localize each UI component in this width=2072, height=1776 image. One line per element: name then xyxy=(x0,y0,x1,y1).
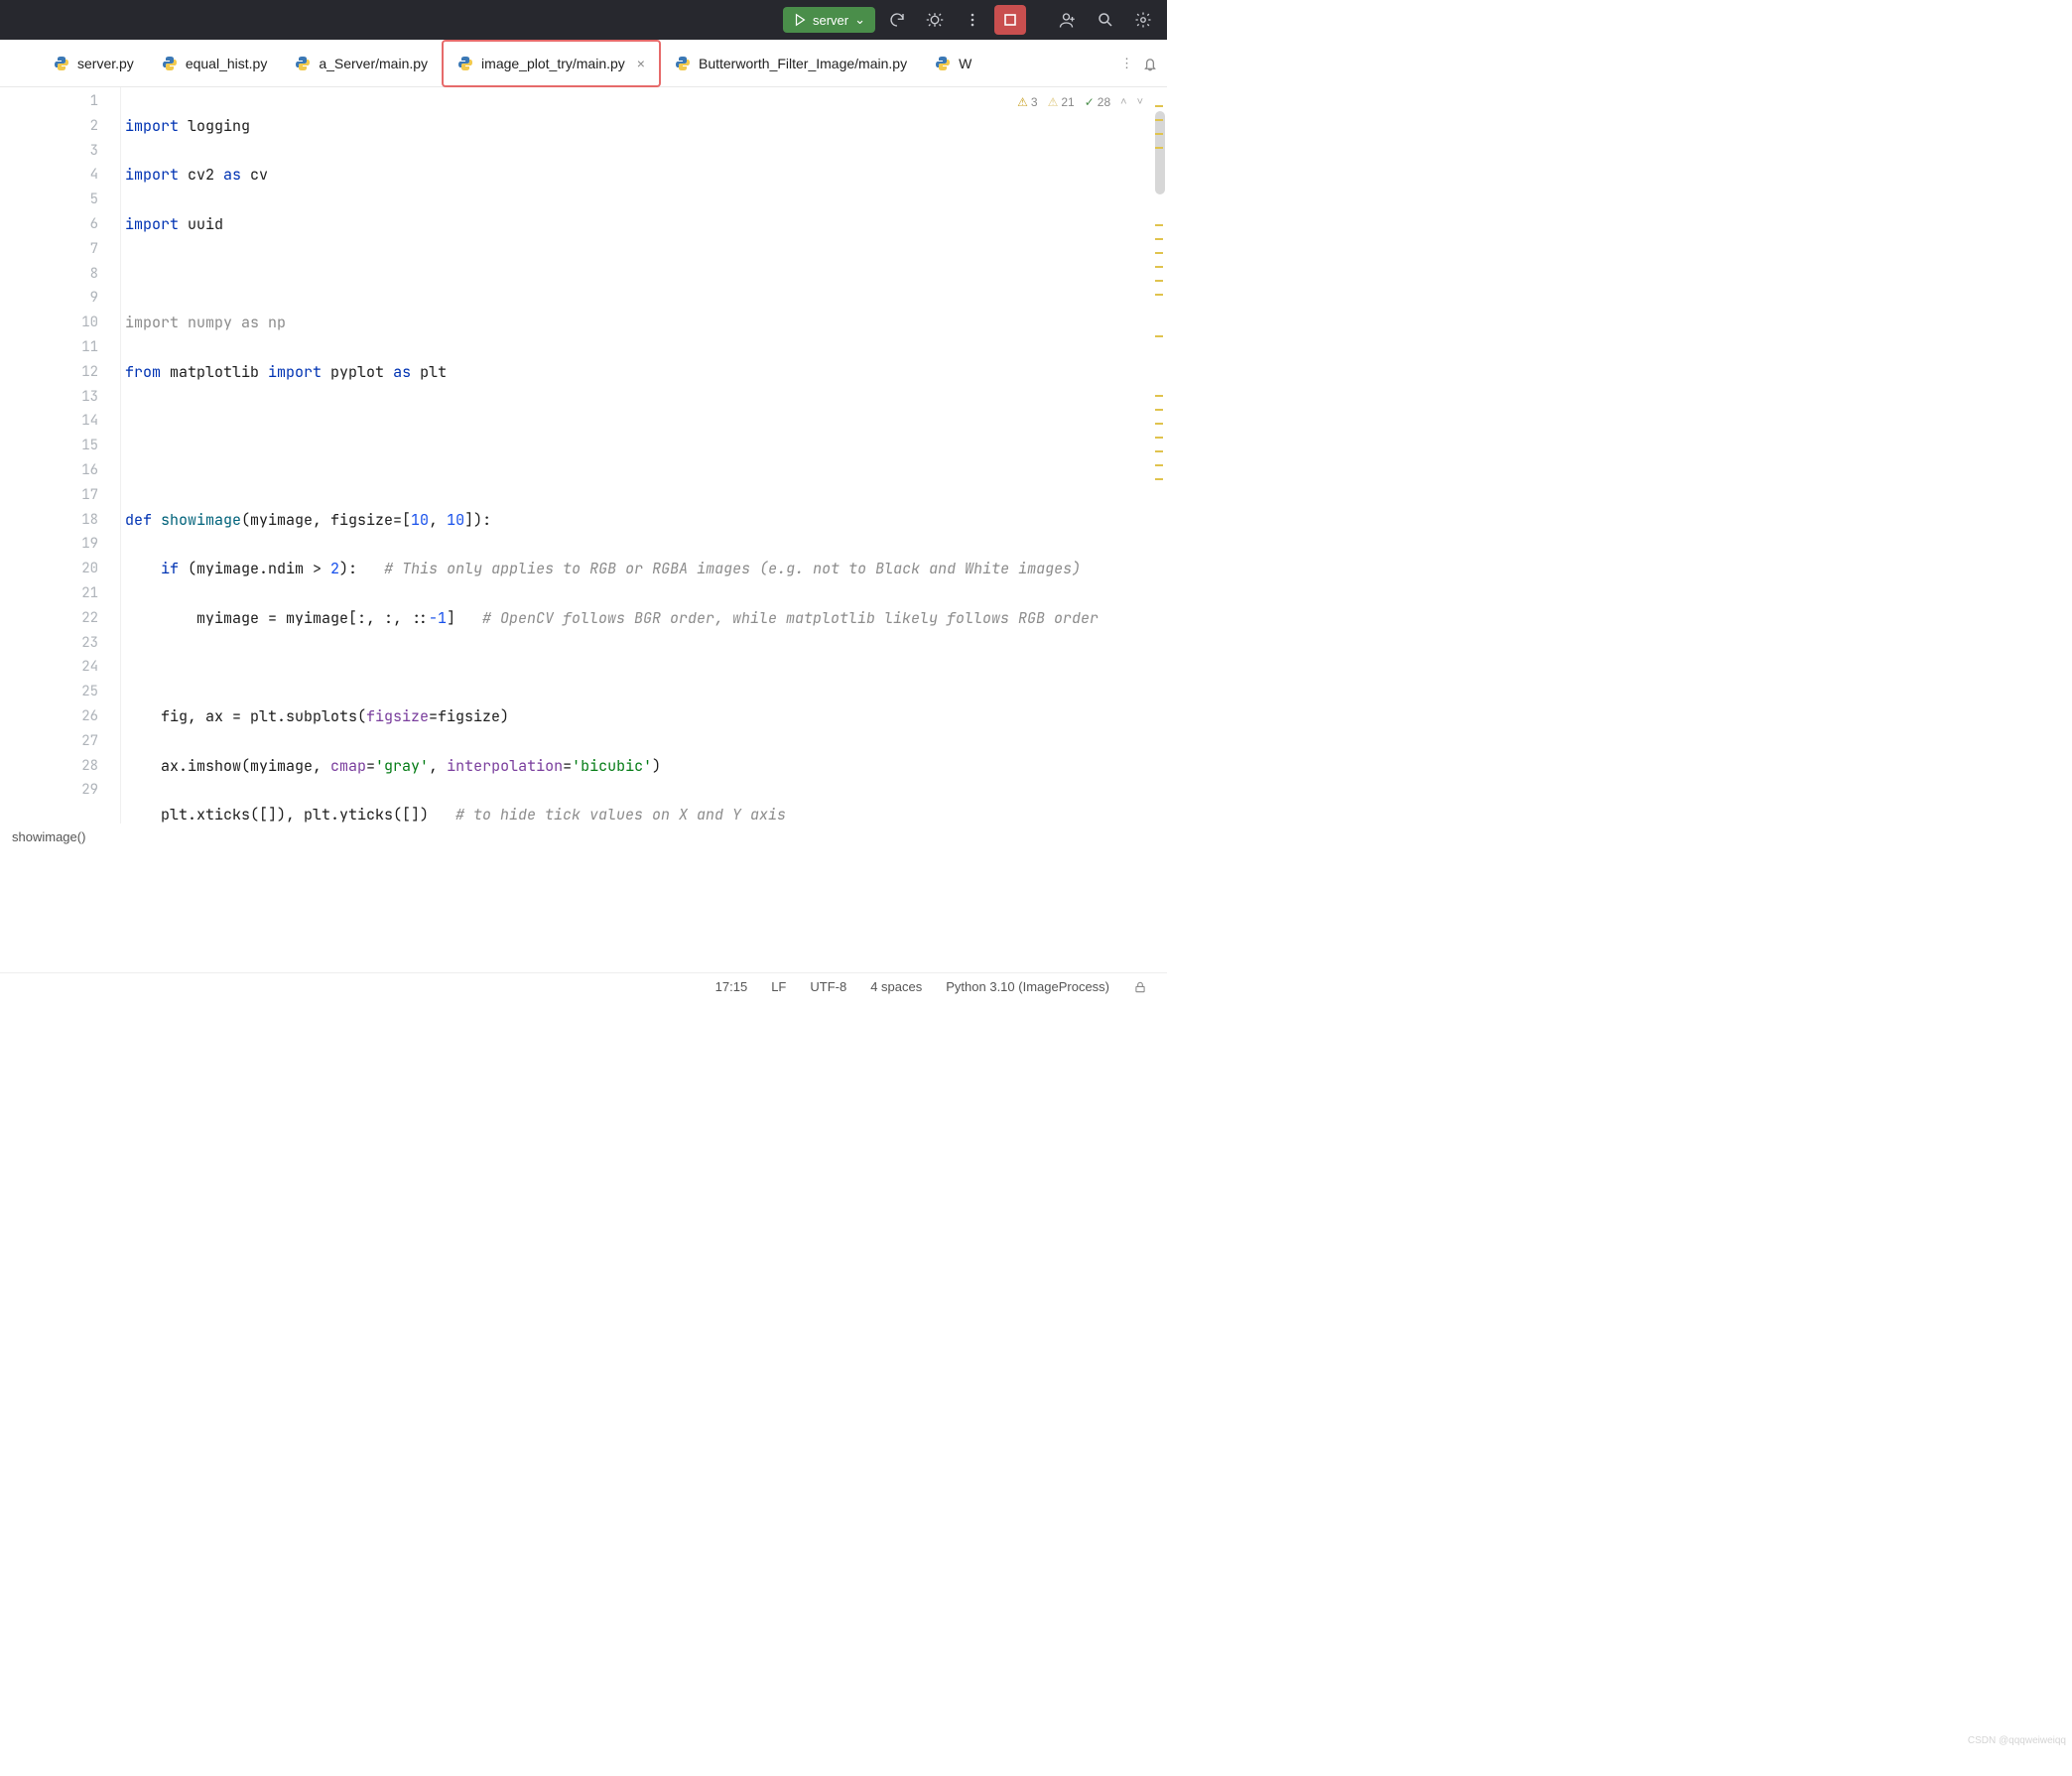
tab-server[interactable]: server.py xyxy=(40,40,148,87)
status-bar: 17:15 LF UTF-8 4 spaces Python 3.10 (Ima… xyxy=(0,972,1167,1000)
caret-position[interactable]: 17:15 xyxy=(715,979,748,994)
python-file-icon xyxy=(935,56,951,71)
tool-window-area xyxy=(0,853,1167,972)
run-config-selector[interactable]: server ⌄ xyxy=(783,7,875,33)
breadcrumbs[interactable]: showimage() xyxy=(0,824,1167,853)
tab-actions: ⋮ xyxy=(1112,55,1167,72)
typo-icon: ✓ xyxy=(1085,95,1095,109)
editor: 1234567891011121314151617181920212223242… xyxy=(0,87,1167,824)
stop-button[interactable] xyxy=(994,5,1026,35)
weak-warning-icon: ⚠ xyxy=(1048,95,1059,109)
titlebar: server ⌄ xyxy=(0,0,1167,40)
chevron-down-icon[interactable]: ˅ xyxy=(1137,96,1143,108)
warning-icon: ⚠ xyxy=(1017,95,1028,109)
run-config-label: server xyxy=(813,13,848,28)
search-everywhere-icon[interactable] xyxy=(1090,5,1121,35)
notifications-icon[interactable] xyxy=(1141,55,1159,72)
error-stripe[interactable] xyxy=(1155,105,1163,492)
code-area[interactable]: import logging import cv2 as cv import u… xyxy=(121,87,1167,824)
python-file-icon xyxy=(675,56,691,71)
rerun-icon[interactable] xyxy=(881,5,913,35)
file-encoding[interactable]: UTF-8 xyxy=(810,979,846,994)
python-file-icon xyxy=(54,56,69,71)
python-file-icon xyxy=(295,56,311,71)
python-file-icon xyxy=(457,56,473,71)
lock-icon[interactable] xyxy=(1133,980,1147,994)
play-outline-icon xyxy=(793,13,807,27)
chevron-up-icon[interactable]: ˄ xyxy=(1120,96,1126,108)
more-tabs-icon[interactable]: ⋮ xyxy=(1120,56,1133,71)
watermark-text: CSDN @qqqweiweiqq xyxy=(1968,1735,2066,1746)
line-number-gutter[interactable]: 1234567891011121314151617181920212223242… xyxy=(36,87,121,824)
tab-overflow[interactable]: W xyxy=(921,40,975,87)
settings-icon[interactable] xyxy=(1127,5,1159,35)
tab-butterworth[interactable]: Butterworth_Filter_Image/main.py xyxy=(661,40,921,87)
more-vert-icon[interactable] xyxy=(957,5,988,35)
close-tab-icon[interactable]: × xyxy=(637,56,645,71)
tab-image-plot-try-main[interactable]: image_plot_try/main.py× xyxy=(442,40,661,87)
python-interpreter[interactable]: Python 3.10 (ImageProcess) xyxy=(946,979,1109,994)
chevron-down-icon: ⌄ xyxy=(854,12,865,28)
debug-icon[interactable] xyxy=(919,5,951,35)
tab-equal-hist[interactable]: equal_hist.py xyxy=(148,40,282,87)
python-file-icon xyxy=(162,56,178,71)
left-margin xyxy=(0,87,36,824)
indent-config[interactable]: 4 spaces xyxy=(870,979,922,994)
line-separator[interactable]: LF xyxy=(771,979,786,994)
inspection-widget[interactable]: ⚠3 ⚠21 ✓28 ˄ ˅ xyxy=(1013,93,1147,111)
tab-bar: server.py equal_hist.py a_Server/main.py… xyxy=(0,40,1167,87)
code-with-me-icon[interactable] xyxy=(1052,5,1084,35)
tab-a-server-main[interactable]: a_Server/main.py xyxy=(281,40,442,87)
